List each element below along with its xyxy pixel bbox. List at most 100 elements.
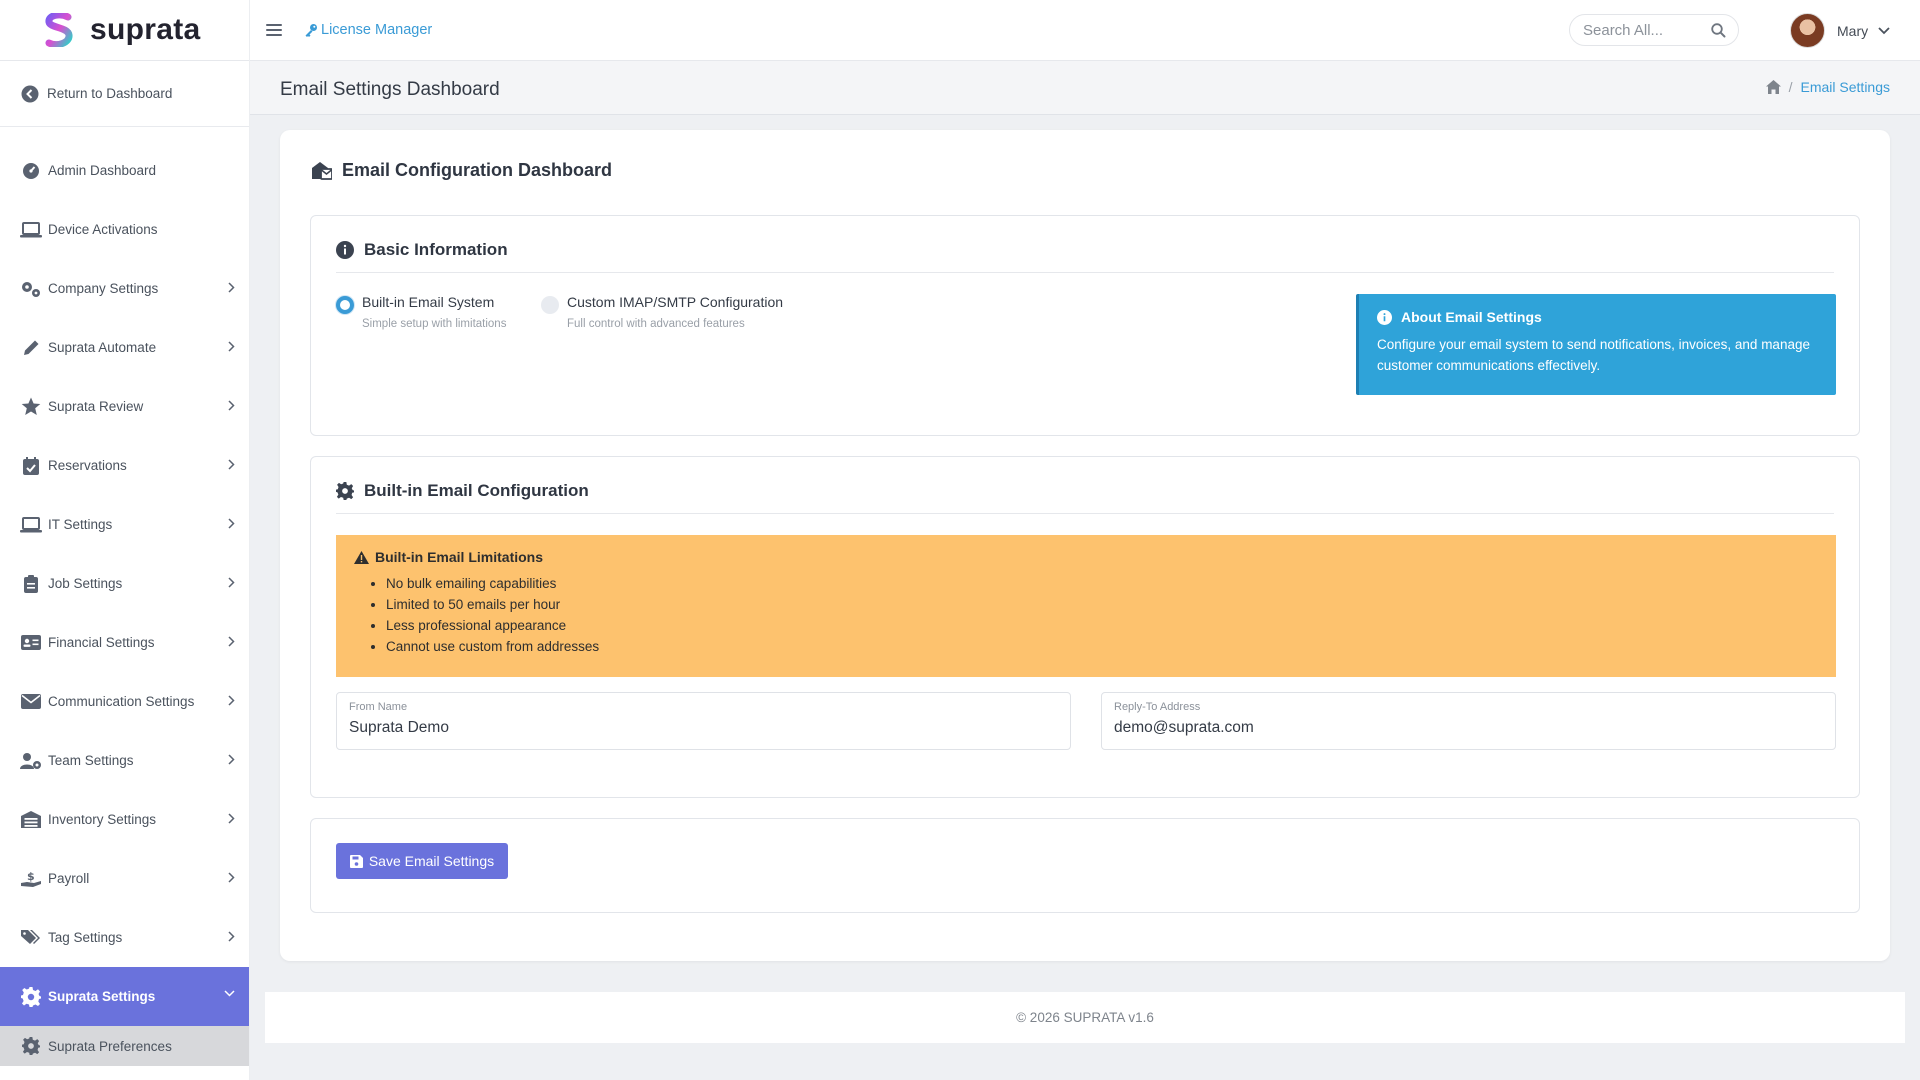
gauge-icon (23, 162, 39, 179)
field-label: Reply-To Address (1114, 701, 1201, 713)
warning-triangle-icon (354, 550, 369, 564)
sidebar-item-label: Suprata Settings (48, 989, 156, 1004)
calendar-check-icon (23, 456, 39, 475)
suprata-logo-icon (45, 13, 73, 47)
sidebar-item-suprata-review[interactable]: Suprata Review (0, 377, 249, 436)
sidebar-item-team-settings[interactable]: Team Settings (0, 731, 249, 790)
top-bar: suprata License Manager Mary (0, 0, 1920, 61)
hand-dollar-icon: $ (21, 870, 41, 887)
sidebar-item-label: Payroll (48, 871, 90, 886)
svg-text:$: $ (27, 870, 35, 883)
list-item: No bulk emailing capabilities (386, 573, 1818, 594)
sidebar-item-label: Suprata Automate (48, 340, 157, 355)
limitations-list: No bulk emailing capabilities Limited to… (386, 573, 1818, 657)
sidebar-item-communication-settings[interactable]: Communication Settings (0, 672, 249, 731)
breadcrumb-current[interactable]: Email Settings (1801, 79, 1890, 95)
sidebar-item-suprata-automate[interactable]: Suprata Automate (0, 318, 249, 377)
home-icon[interactable] (1765, 80, 1781, 94)
sidebar-item-tag-settings[interactable]: Tag Settings (0, 908, 249, 967)
from-name-input[interactable] (349, 719, 1058, 737)
floppy-disk-icon (349, 854, 363, 868)
radio-custom-unselected[interactable] (541, 296, 559, 314)
chevron-right-icon (228, 813, 235, 824)
sidebar-item-label: Admin Dashboard (48, 163, 157, 178)
chevron-right-icon (228, 636, 235, 647)
page-title: Email Settings Dashboard (280, 79, 500, 100)
sidebar-subitem-label: Suprata Preferences (48, 1038, 172, 1054)
sidebar-item-inventory-settings[interactable]: Inventory Settings (0, 790, 249, 849)
circle-chevron-left-icon (21, 85, 39, 102)
reply-to-field[interactable]: Reply-To Address (1101, 692, 1836, 750)
chevron-right-icon (228, 518, 235, 529)
sidebar-item-label: Financial Settings (48, 635, 155, 650)
breadcrumb-separator: / (1788, 79, 1793, 95)
clipboard-icon (24, 574, 38, 593)
return-label: Return to Dashboard (47, 86, 173, 101)
sidebar-item-job-settings[interactable]: Job Settings (0, 554, 249, 613)
chevron-down-icon (224, 990, 235, 997)
id-card-icon (21, 635, 41, 650)
builtin-email-configuration-section: Built-in Email Configuration Built-in Em… (310, 456, 1860, 798)
user-menu[interactable]: Mary (1790, 13, 1890, 48)
section-heading-text: Built-in Email Configuration (364, 481, 589, 500)
option-builtin-email[interactable]: Built-in Email System Simple setup with … (336, 294, 506, 330)
footer: © 2026 SUPRATA v1.6 (265, 992, 1905, 1043)
avatar[interactable] (1790, 13, 1825, 48)
list-item: Limited to 50 emails per hour (386, 594, 1818, 615)
chevron-right-icon (228, 931, 235, 942)
sidebar-item-label: Device Activations (48, 222, 158, 237)
return-to-dashboard[interactable]: Return to Dashboard (0, 61, 249, 127)
card-title: Email Configuration Dashboard (312, 160, 612, 181)
save-email-settings-button[interactable]: Save Email Settings (336, 843, 508, 879)
chevron-right-icon (228, 341, 235, 352)
chevron-down-icon[interactable] (1878, 26, 1890, 35)
sidebar-item-suprata-settings[interactable]: Suprata Settings (0, 967, 249, 1026)
chevron-right-icon (228, 754, 235, 765)
sidebar-item-label: Tag Settings (48, 930, 123, 945)
hamburger-icon[interactable] (266, 24, 282, 36)
section-heading: Basic Information (336, 240, 508, 260)
from-name-field[interactable]: From Name (336, 692, 1071, 750)
save-section: Save Email Settings (310, 818, 1860, 913)
sidebar-item-admin-dashboard[interactable]: Admin Dashboard (0, 141, 249, 200)
section-divider (336, 272, 1834, 273)
page-header: Email Settings Dashboard / Email Setting… (250, 61, 1920, 115)
sidebar-item-label: Communication Settings (48, 694, 195, 709)
sidebar-item-device-activations[interactable]: Device Activations (0, 200, 249, 259)
global-search[interactable] (1569, 14, 1739, 46)
list-item: Cannot use custom from addresses (386, 636, 1818, 657)
license-manager-label: License Manager (321, 22, 433, 38)
sidebar-item-it-settings[interactable]: IT Settings (0, 495, 249, 554)
cogs-icon (22, 281, 40, 297)
brand-name: suprata (90, 13, 201, 46)
chevron-right-icon (228, 577, 235, 588)
star-icon (21, 397, 41, 415)
gear-icon (336, 482, 354, 500)
reply-to-input[interactable] (1114, 719, 1823, 737)
search-icon[interactable] (1711, 23, 1726, 38)
sidebar-item-payroll[interactable]: $ Payroll (0, 849, 249, 908)
license-manager-link[interactable]: License Manager (304, 22, 432, 38)
chevron-right-icon (228, 695, 235, 706)
sidebar-item-reservations[interactable]: Reservations (0, 436, 249, 495)
sidebar-item-financial-settings[interactable]: Financial Settings (0, 613, 249, 672)
card-title-text: Email Configuration Dashboard (342, 160, 613, 180)
brand[interactable]: suprata (0, 0, 250, 61)
list-item: Less professional appearance (386, 615, 1818, 636)
alert-title: About Email Settings (1401, 309, 1542, 325)
option-custom-imap-smtp[interactable]: Custom IMAP/SMTP Configuration Full cont… (541, 294, 783, 330)
mail-bulk-icon (312, 162, 332, 180)
radio-builtin-selected[interactable] (336, 296, 354, 314)
section-heading-text: Basic Information (364, 240, 508, 259)
chevron-right-icon (228, 872, 235, 883)
chevron-right-icon (228, 400, 235, 411)
option-hint: Full control with advanced features (567, 318, 745, 330)
search-input[interactable] (1583, 21, 1713, 39)
laptop-icon (20, 516, 42, 532)
sidebar-item-label: Reservations (48, 458, 127, 473)
sidebar-item-company-settings[interactable]: Company Settings (0, 259, 249, 318)
alert-title: Built-in Email Limitations (375, 549, 544, 565)
chevron-right-icon (228, 459, 235, 470)
sidebar-subitem-suprata-preferences[interactable]: Suprata Preferences (0, 1026, 249, 1066)
info-circle-icon (1377, 309, 1392, 325)
